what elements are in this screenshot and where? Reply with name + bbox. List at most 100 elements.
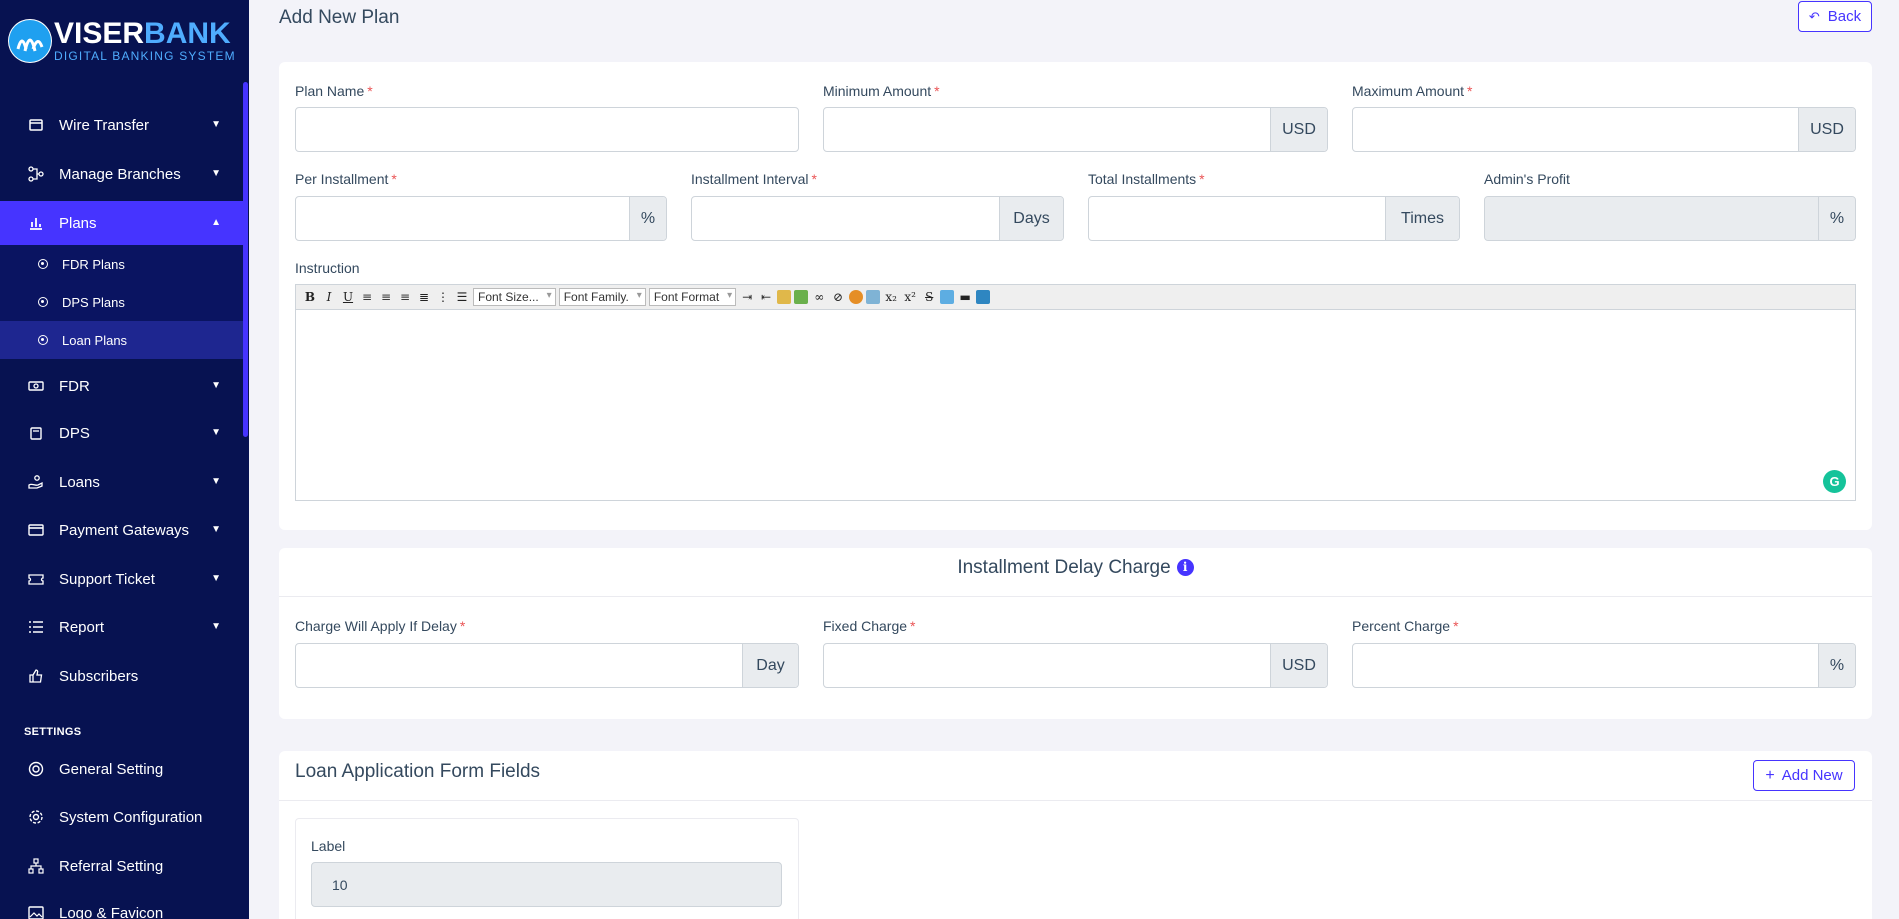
chevron-down-icon: ▼ xyxy=(211,621,221,632)
align-left-icon[interactable]: ≡ xyxy=(359,289,375,305)
plan-name-input[interactable] xyxy=(295,107,799,152)
installment-interval-input[interactable]: Days xyxy=(691,196,1064,241)
sidebar-item-label: Plans xyxy=(59,214,97,232)
maximum-amount-input[interactable]: USD xyxy=(1352,107,1856,152)
outdent-icon[interactable]: ⇤ xyxy=(758,289,774,305)
times-addon: Times xyxy=(1385,197,1459,240)
percent-charge-label: Percent Charge * xyxy=(1352,618,1459,634)
sidebar: VISERBANK DIGITAL BANKING SYSTEM Wire Tr… xyxy=(0,0,249,919)
sitemap-icon xyxy=(28,858,44,874)
form-field-label: Label xyxy=(311,838,346,854)
sidebar-item-wire-transfer[interactable]: Wire Transfer ▼ xyxy=(0,103,243,147)
minimum-amount-input[interactable]: USD xyxy=(823,107,1328,152)
percent-addon: % xyxy=(1818,644,1855,687)
percent-charge-input[interactable]: % xyxy=(1352,643,1856,688)
chevron-down-icon: ▼ xyxy=(211,168,221,179)
logo-icon xyxy=(8,19,52,63)
link-icon[interactable]: ∞ xyxy=(811,289,827,305)
sidebar-item-referral-setting[interactable]: Referral Setting xyxy=(0,844,243,888)
sidebar-item-dps[interactable]: DPS ▼ xyxy=(0,411,243,455)
back-button[interactable]: ↶ Back xyxy=(1798,1,1872,32)
sidebar-item-payment-gateways[interactable]: Payment Gateways ▼ xyxy=(0,508,243,552)
sidebar-subitem-label: Loan Plans xyxy=(62,332,128,348)
admins-profit-input: % xyxy=(1484,196,1856,241)
circle-dot-icon xyxy=(38,297,48,307)
fixed-charge-input[interactable]: USD xyxy=(823,643,1328,688)
strikethrough-icon[interactable]: S xyxy=(921,289,937,305)
divider xyxy=(279,596,1872,597)
subscript-icon[interactable]: x₂ xyxy=(883,289,899,305)
align-center-icon[interactable]: ≡ xyxy=(378,289,394,305)
indent-icon[interactable]: ⇥ xyxy=(739,289,755,305)
ordered-list-icon[interactable]: ⋮ xyxy=(435,289,451,305)
instruction-editor[interactable]: B I U ≡ ≡ ≡ ≣ ⋮ ☰ Font Size... Font Fami… xyxy=(295,284,1856,501)
sidebar-item-logo-favicon[interactable]: Logo & Favicon xyxy=(0,891,243,919)
sidebar-item-plans[interactable]: Plans ▲ xyxy=(0,201,243,245)
instruction-label: Instruction xyxy=(295,260,360,276)
per-installment-label: Per Installment * xyxy=(295,171,397,187)
fixed-charge-label: Fixed Charge * xyxy=(823,618,916,634)
underline-icon[interactable]: U xyxy=(340,289,356,305)
text-color-icon[interactable] xyxy=(777,290,792,304)
italic-icon[interactable]: I xyxy=(321,289,337,305)
sidebar-item-subscribers[interactable]: Subscribers xyxy=(0,654,243,698)
charge-apply-input[interactable]: Day xyxy=(295,643,799,688)
gear-icon xyxy=(28,809,44,825)
horizontal-rule-icon[interactable]: ▬ xyxy=(957,289,973,305)
plus-icon: + xyxy=(1765,766,1775,784)
currency-addon: USD xyxy=(1270,644,1327,687)
sidebar-item-label: Wire Transfer xyxy=(59,116,150,134)
font-family-select[interactable]: Font Family. xyxy=(558,288,646,306)
sidebar-subitem-fdr-plans[interactable]: FDR Plans xyxy=(0,245,243,283)
chevron-down-icon: ▼ xyxy=(211,427,221,438)
sidebar-item-system-configuration[interactable]: System Configuration xyxy=(0,795,243,839)
list-icon xyxy=(28,619,44,635)
sidebar-item-manage-branches[interactable]: Manage Branches ▼ xyxy=(0,152,243,196)
info-icon[interactable]: i xyxy=(1176,558,1194,576)
sidebar-scrollbar[interactable] xyxy=(243,82,248,437)
align-right-icon[interactable]: ≡ xyxy=(397,289,413,305)
wire-transfer-icon xyxy=(28,117,44,133)
font-format-select[interactable]: Font Format xyxy=(648,288,737,306)
total-installments-input[interactable]: Times xyxy=(1088,196,1460,241)
days-addon: Days xyxy=(999,197,1063,240)
remove-format-icon[interactable] xyxy=(940,290,955,304)
editor-toolbar: B I U ≡ ≡ ≡ ≣ ⋮ ☰ Font Size... Font Fami… xyxy=(296,285,1855,310)
sidebar-item-support-ticket[interactable]: Support Ticket ▼ xyxy=(0,557,243,601)
sidebar-subitem-loan-plans[interactable]: Loan Plans xyxy=(0,321,243,359)
font-size-select[interactable]: Font Size... xyxy=(473,288,556,306)
logo[interactable]: VISERBANK DIGITAL BANKING SYSTEM xyxy=(8,16,236,66)
per-installment-input[interactable]: % xyxy=(295,196,667,241)
image-icon[interactable] xyxy=(866,290,881,304)
plan-name-label: Plan Name * xyxy=(295,83,373,99)
grammarly-icon[interactable]: G xyxy=(1823,470,1846,493)
sidebar-item-report[interactable]: Report ▼ xyxy=(0,605,243,649)
html-source-icon[interactable] xyxy=(976,290,991,304)
divider xyxy=(279,800,1872,801)
sidebar-item-general-setting[interactable]: General Setting xyxy=(0,747,243,791)
sidebar-subitem-dps-plans[interactable]: DPS Plans xyxy=(0,283,243,321)
insert-image-icon[interactable] xyxy=(794,290,809,304)
sidebar-item-fdr[interactable]: FDR ▼ xyxy=(0,364,243,408)
align-justify-icon[interactable]: ≣ xyxy=(416,289,432,305)
sidebar-item-label: Report xyxy=(59,618,105,636)
currency-addon: USD xyxy=(1798,108,1855,151)
percent-addon: % xyxy=(629,197,666,240)
unordered-list-icon[interactable]: ☰ xyxy=(454,289,470,305)
page-title: Add New Plan xyxy=(279,7,400,28)
superscript-icon[interactable]: x² xyxy=(902,289,918,305)
delay-charge-title: Installment Delay Charge i xyxy=(279,557,1872,579)
sidebar-item-loans[interactable]: Loans ▼ xyxy=(0,460,243,504)
day-addon: Day xyxy=(742,644,798,687)
bold-icon[interactable]: B xyxy=(302,289,318,305)
form-fields-title: Loan Application Form Fields xyxy=(295,761,541,782)
admins-profit-label: Admin's Profit xyxy=(1484,171,1570,187)
total-installments-label: Total Installments * xyxy=(1088,171,1205,187)
savings-icon xyxy=(28,425,44,441)
maximum-amount-label: Maximum Amount * xyxy=(1352,83,1473,99)
background-color-icon[interactable] xyxy=(849,290,864,304)
unlink-icon[interactable]: ⊘ xyxy=(830,289,846,305)
add-new-button[interactable]: + Add New xyxy=(1753,760,1855,791)
back-button-label: Back xyxy=(1827,8,1862,25)
bar-chart-icon xyxy=(28,215,44,231)
